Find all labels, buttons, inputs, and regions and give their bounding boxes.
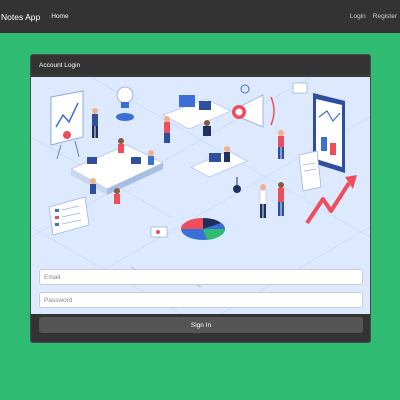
- nav-home-link[interactable]: Home: [51, 13, 68, 20]
- password-input[interactable]: [39, 292, 363, 308]
- top-navbar: Notes App Home Login Register: [0, 0, 400, 33]
- login-panel: Account Login Email Sign In: [30, 54, 371, 343]
- brand-link[interactable]: Notes App: [1, 12, 40, 22]
- panel-title: Account Login: [31, 55, 370, 76]
- sign-in-button[interactable]: Sign In: [39, 317, 363, 333]
- nav-register-link[interactable]: Register: [373, 13, 397, 20]
- email-input[interactable]: [39, 269, 363, 285]
- nav-login-link[interactable]: Login: [350, 13, 366, 20]
- nav-right-group: Login Register: [350, 13, 397, 20]
